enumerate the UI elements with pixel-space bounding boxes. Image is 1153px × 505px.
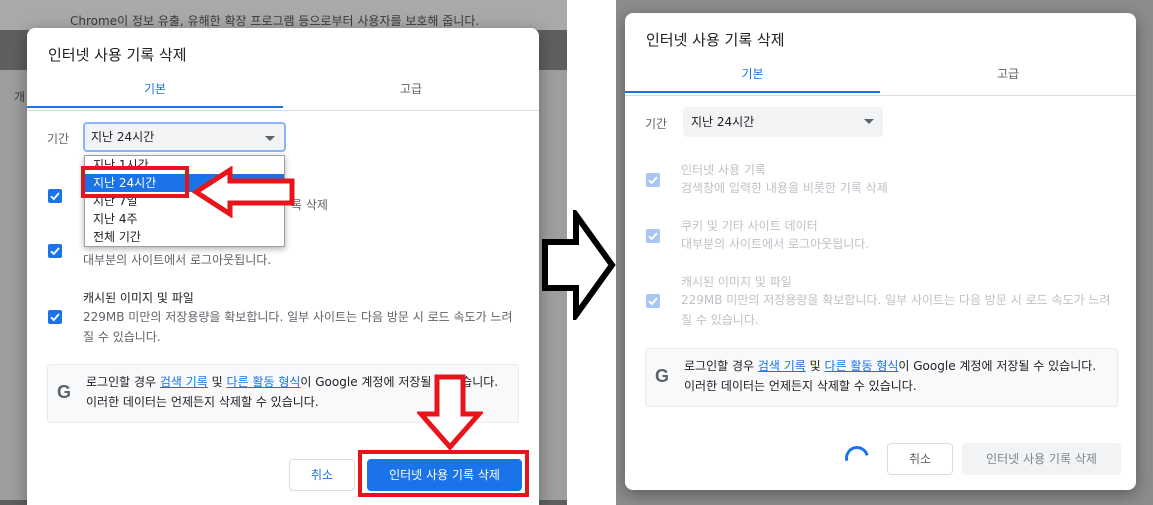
time-range-value: 지난 24시간	[91, 130, 155, 144]
checkbox-cache[interactable]	[48, 310, 62, 324]
right-screenshot-panel: 인터넷 사용 기록 삭제 기본 고급 기간 지난 24시간 인터넷 사용 기록 …	[616, 0, 1153, 505]
checkbox-cookies[interactable]	[646, 229, 660, 243]
check-icon	[648, 176, 658, 185]
check-icon	[50, 192, 60, 201]
chevron-down-icon	[265, 136, 275, 141]
time-range-value: 지난 24시간	[691, 115, 755, 129]
link-search-history[interactable]: 검색 기록	[758, 359, 806, 373]
transition-right-arrow-icon	[542, 210, 616, 320]
annotation-left-arrow-icon	[192, 166, 295, 218]
time-range-label: 기간	[645, 117, 668, 131]
checkbox-browsing-history[interactable]	[646, 173, 660, 187]
dropdown-option-all-time[interactable]: 전체 기간	[85, 228, 284, 246]
option-desc-browsing-history: 검색창에 입력한 내용을 비롯한 기록 삭제	[681, 181, 888, 195]
time-range-select[interactable]: 지난 24시간	[83, 122, 286, 152]
check-icon	[648, 297, 658, 306]
clear-browsing-data-dialog: 인터넷 사용 기록 삭제 기본 고급 기간 지난 24시간 인터넷 사용 기록 …	[625, 13, 1136, 490]
option-desc-cache: 229MB 미만의 저장용량을 확보합니다. 일부 사이트는 다음 방문 시 로…	[83, 310, 513, 344]
option-desc-cookies: 대부분의 사이트에서 로그아웃됩니다.	[681, 237, 870, 251]
check-icon	[648, 232, 658, 241]
checkbox-browsing-history[interactable]	[48, 189, 62, 203]
left-screenshot-panel: Chrome이 정보 유출, 유해한 확장 프로그램 등으로부터 사용자를 보호…	[0, 0, 567, 505]
check-icon	[50, 313, 60, 322]
annotation-down-arrow-icon	[417, 374, 483, 450]
checkbox-cache[interactable]	[646, 294, 660, 308]
time-range-label: 기간	[47, 132, 70, 146]
link-search-history[interactable]: 검색 기록	[160, 375, 208, 389]
option-title-browsing-history: 인터넷 사용 기록	[681, 163, 766, 177]
background-banner-text: Chrome이 정보 유출, 유해한 확장 프로그램 등으로부터 사용자를 보호…	[70, 14, 480, 28]
dialog-title: 인터넷 사용 기록 삭제	[48, 46, 187, 64]
google-g-icon: G	[57, 382, 72, 402]
tabs-divider	[625, 95, 1136, 96]
clear-data-button[interactable]: 인터넷 사용 기록 삭제	[962, 443, 1121, 475]
background-banner: Chrome이 정보 유출, 유해한 확장 프로그램 등으로부터 사용자를 보호…	[0, 0, 567, 30]
link-other-activity[interactable]: 다른 활동 형식	[825, 359, 899, 373]
option-title-cookies: 쿠키 및 기타 사이트 데이터	[681, 219, 818, 233]
google-account-info-text: 로그인할 경우 검색 기록 및 다른 활동 형식이 Google 계정에 저장될…	[684, 359, 1097, 393]
option-desc-cache: 229MB 미만의 저장용량을 확보합니다. 일부 사이트는 다음 방문 시 로…	[681, 293, 1111, 327]
background-side-glyph: 개	[14, 90, 26, 104]
link-other-activity[interactable]: 다른 활동 형식	[227, 375, 301, 389]
cancel-button[interactable]: 취소	[289, 459, 355, 491]
chevron-down-icon	[864, 119, 874, 124]
google-g-icon: G	[655, 366, 670, 386]
dialog-title: 인터넷 사용 기록 삭제	[646, 31, 785, 49]
loading-spinner-icon	[840, 441, 874, 475]
tab-advanced[interactable]: 고급	[880, 65, 1136, 95]
tab-advanced[interactable]: 고급	[283, 80, 539, 110]
tab-indicator	[625, 91, 880, 93]
tab-indicator	[27, 106, 283, 108]
option-title-cache: 캐시된 이미지 및 파일	[681, 275, 792, 289]
annotation-highlight-selected-option	[81, 166, 189, 198]
option-desc-cookies: 대부분의 사이트에서 로그아웃됩니다.	[83, 253, 272, 267]
cancel-button[interactable]: 취소	[887, 443, 953, 475]
tabs-divider	[27, 110, 539, 111]
google-account-info-box: G 로그인할 경우 검색 기록 및 다른 활동 형식이 Google 계정에 저…	[645, 348, 1118, 407]
option-title-cache: 캐시된 이미지 및 파일	[83, 291, 194, 305]
check-icon	[50, 247, 60, 256]
annotation-highlight-clear-button	[358, 450, 529, 497]
clear-browsing-data-dialog: 인터넷 사용 기록 삭제 기본 고급 기간 지난 24시간 록 삭제 대부분의 …	[27, 28, 539, 505]
checkbox-cookies[interactable]	[48, 244, 62, 258]
time-range-select[interactable]: 지난 24시간	[683, 107, 883, 137]
